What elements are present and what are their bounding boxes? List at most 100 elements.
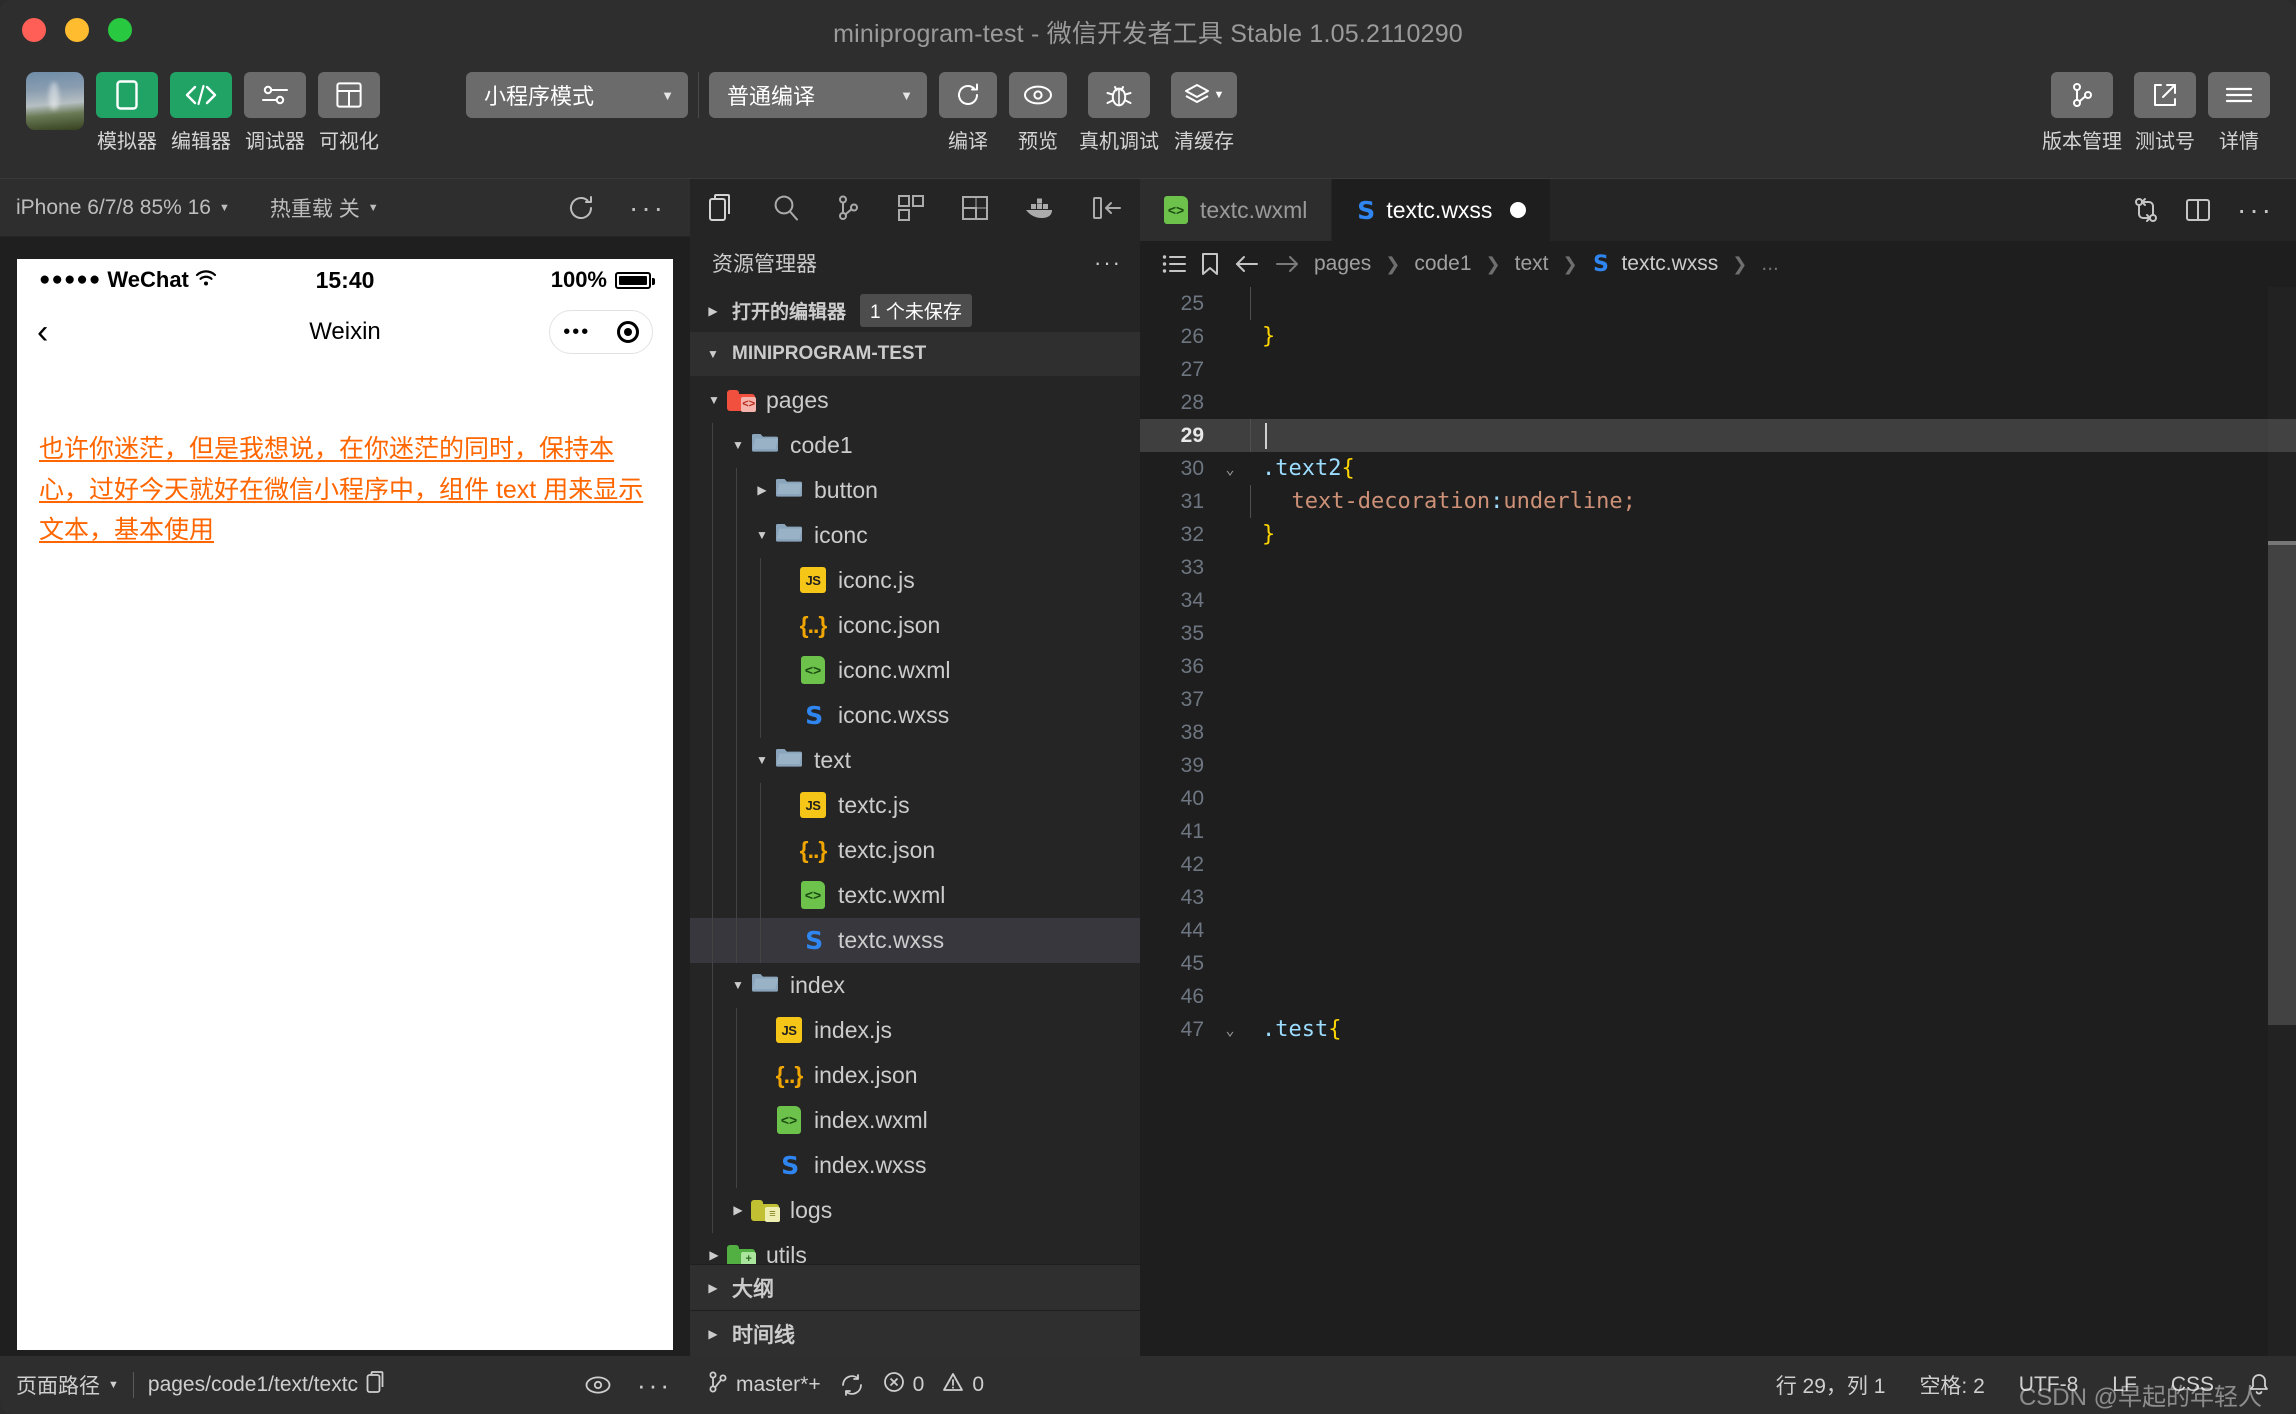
code-line[interactable]: 46 bbox=[1140, 980, 2296, 1013]
chevron-right-icon[interactable]: ▶ bbox=[752, 483, 772, 497]
code-line[interactable]: 28 bbox=[1140, 386, 2296, 419]
tree-file[interactable]: ▶Ƨiconc.wxss bbox=[690, 692, 1140, 738]
chevron-down-icon[interactable]: ▼ bbox=[728, 978, 748, 992]
chevron-right-icon[interactable]: ▶ bbox=[704, 1248, 724, 1262]
code-line[interactable]: 27 bbox=[1140, 353, 2296, 386]
tree-file[interactable]: ▶{..}index.json bbox=[690, 1052, 1140, 1098]
code-line[interactable]: 32} bbox=[1140, 518, 2296, 551]
layout-icon[interactable] bbox=[318, 72, 380, 118]
search-icon[interactable] bbox=[772, 194, 800, 222]
code-icon[interactable] bbox=[170, 72, 232, 118]
split-editor-icon[interactable] bbox=[2185, 198, 2211, 222]
split-diff-icon[interactable] bbox=[2133, 196, 2159, 224]
git-branch-icon[interactable] bbox=[2051, 72, 2113, 118]
scrollbar-thumb[interactable] bbox=[2268, 545, 2296, 1025]
compile-select[interactable]: 普通编译 ▼ bbox=[709, 72, 927, 118]
fold-toggle-icon[interactable]: ⌄ bbox=[1212, 460, 1248, 478]
source-control-icon[interactable] bbox=[835, 194, 861, 222]
hamburger-icon[interactable] bbox=[2208, 72, 2270, 118]
mode-select[interactable]: 小程序模式 ▼ bbox=[466, 72, 688, 118]
git-branch-status[interactable]: master*+ bbox=[708, 1370, 821, 1400]
tree-file[interactable]: ▶<>iconc.wxml bbox=[690, 647, 1140, 693]
project-root-section[interactable]: ▼ MINIPROGRAM-TEST bbox=[690, 332, 1140, 376]
code-lines[interactable]: 25 26} 27 28 29 30 ⌄ .text2{31 text-decoration:… bbox=[1140, 287, 2296, 1046]
arrow-right-icon[interactable] bbox=[1274, 254, 1300, 274]
code-line[interactable]: 43 bbox=[1140, 881, 2296, 914]
sliders-icon[interactable] bbox=[244, 72, 306, 118]
open-editors-section[interactable]: ▶ 打开的编辑器 1 个未保存 bbox=[690, 289, 1140, 332]
tree-folder[interactable]: ▼ text bbox=[690, 737, 1140, 783]
code-line[interactable]: 36 bbox=[1140, 650, 2296, 683]
code-line[interactable]: 31 text-decoration:underline; bbox=[1140, 485, 2296, 518]
breadcrumb-item-file[interactable]: textc.wxss bbox=[1621, 252, 1718, 276]
code-line[interactable]: 41 bbox=[1140, 815, 2296, 848]
toolbar-item-details[interactable]: 详情 bbox=[2208, 72, 2270, 154]
code-editor[interactable]: 25 26} 27 28 29 30 ⌄ .text2{31 text-decoration:… bbox=[1140, 287, 2296, 1356]
editor-more-icon[interactable]: ··· bbox=[2237, 194, 2274, 226]
toolbar-item-real-device-debug[interactable]: 真机调试 bbox=[1079, 72, 1159, 154]
tree-file[interactable]: ▶{..}textc.json bbox=[690, 827, 1140, 873]
sync-icon[interactable] bbox=[839, 1374, 865, 1396]
breadcrumb-item-symbols[interactable]: ... bbox=[1761, 252, 1779, 276]
eye-icon[interactable] bbox=[1009, 72, 1067, 118]
cursor-position[interactable]: 行 29，列 1 bbox=[1776, 1370, 1886, 1400]
phone-icon[interactable] bbox=[96, 72, 158, 118]
tree-folder[interactable]: ▶ ≡ logs bbox=[690, 1187, 1140, 1233]
chevron-right-icon[interactable]: ▶ bbox=[728, 1203, 748, 1217]
tab-textc-wxml[interactable]: <> textc.wxml bbox=[1140, 179, 1333, 241]
chevron-down-icon[interactable]: ▼ bbox=[704, 393, 724, 407]
toolbar-item-compile[interactable]: 编译 bbox=[939, 72, 997, 154]
code-line[interactable]: 42 bbox=[1140, 848, 2296, 881]
chevron-down-icon[interactable]: ▼ bbox=[752, 528, 772, 542]
code-line[interactable]: 25 bbox=[1140, 287, 2296, 320]
toolbar-item-editor[interactable]: 编辑器 bbox=[170, 72, 232, 154]
tree-file[interactable]: ▶Ƨtextc.wxss bbox=[690, 917, 1140, 963]
copy-icon[interactable] bbox=[366, 1370, 388, 1400]
extensions-icon[interactable] bbox=[897, 194, 925, 222]
debug-console-icon[interactable] bbox=[961, 195, 989, 221]
chevron-down-icon[interactable]: ▼ bbox=[752, 753, 772, 767]
editor-scrollbar[interactable] bbox=[2268, 287, 2296, 1356]
simulator-eye-icon[interactable] bbox=[585, 1375, 611, 1395]
code-line[interactable]: 38 bbox=[1140, 716, 2296, 749]
toolbar-item-simulator[interactable]: 模拟器 bbox=[96, 72, 158, 154]
outline-section[interactable]: ▶ 大纲 bbox=[690, 1264, 1140, 1310]
layers-icon[interactable]: ▼ bbox=[1171, 72, 1237, 118]
simulator-status-more-icon[interactable]: ··· bbox=[637, 1370, 672, 1401]
breadcrumb-item-pages[interactable]: pages bbox=[1314, 252, 1371, 276]
simulator-more-icon[interactable]: ··· bbox=[629, 192, 666, 224]
encoding-setting[interactable]: UTF-8 bbox=[2019, 1373, 2079, 1397]
code-line[interactable]: 34 bbox=[1140, 584, 2296, 617]
tree-file[interactable]: ▶<>textc.wxml bbox=[690, 872, 1140, 918]
code-line[interactable]: 47 ⌄ .test{ bbox=[1140, 1013, 2296, 1046]
code-line[interactable]: 45 bbox=[1140, 947, 2296, 980]
tree-file[interactable]: ▶JSiconc.js bbox=[690, 557, 1140, 603]
list-icon[interactable] bbox=[1162, 254, 1186, 274]
tree-folder[interactable]: ▼ code1 bbox=[690, 422, 1140, 468]
toolbar-item-test-account[interactable]: 测试号 bbox=[2134, 72, 2196, 154]
explorer-more-icon[interactable]: ··· bbox=[1094, 250, 1122, 276]
tree-file[interactable]: ▶JStextc.js bbox=[690, 782, 1140, 828]
indent-setting[interactable]: 空格: 2 bbox=[1919, 1370, 1984, 1400]
code-line[interactable]: 29 bbox=[1140, 419, 2296, 452]
language-mode[interactable]: CSS bbox=[2171, 1373, 2214, 1397]
breadcrumb-item-text[interactable]: text bbox=[1515, 252, 1549, 276]
toolbar-item-preview[interactable]: 预览 bbox=[1009, 72, 1067, 154]
code-line[interactable]: 39 bbox=[1140, 749, 2296, 782]
tab-textc-wxss[interactable]: Ƨ textc.wxss bbox=[1332, 179, 1552, 241]
tree-folder[interactable]: ▼ iconc bbox=[690, 512, 1140, 558]
bug-icon[interactable] bbox=[1088, 72, 1150, 118]
code-line[interactable]: 37 bbox=[1140, 683, 2296, 716]
tree-file[interactable]: ▶Ƨindex.wxss bbox=[690, 1142, 1140, 1188]
tree-file[interactable]: ▶JSindex.js bbox=[690, 1007, 1140, 1053]
toolbar-item-debugger[interactable]: 调试器 bbox=[244, 72, 306, 154]
toolbar-item-clear-cache[interactable]: ▼ 清缓存 bbox=[1171, 72, 1237, 154]
tree-folder[interactable]: ▼ index bbox=[690, 962, 1140, 1008]
tree-folder[interactable]: ▶ button bbox=[690, 467, 1140, 513]
problems-status[interactable]: 0 0 bbox=[883, 1371, 984, 1399]
code-line[interactable]: 35 bbox=[1140, 617, 2296, 650]
tree-file[interactable]: ▶{..}iconc.json bbox=[690, 602, 1140, 648]
collapse-sidebar-icon[interactable] bbox=[1092, 195, 1122, 221]
code-line[interactable]: 33 bbox=[1140, 551, 2296, 584]
breadcrumb-item-code1[interactable]: code1 bbox=[1414, 252, 1471, 276]
